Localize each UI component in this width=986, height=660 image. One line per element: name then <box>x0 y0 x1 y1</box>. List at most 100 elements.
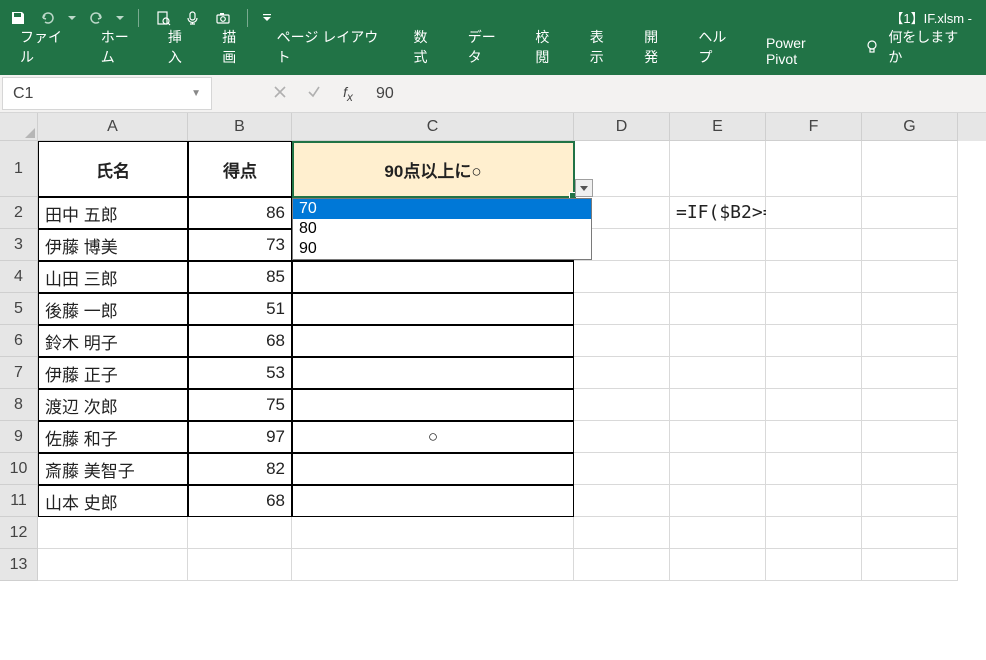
cell-f8[interactable] <box>766 389 862 421</box>
cell-f11[interactable] <box>766 485 862 517</box>
cell-g12[interactable] <box>862 517 958 549</box>
cell-g6[interactable] <box>862 325 958 357</box>
row-header-11[interactable]: 11 <box>0 485 38 517</box>
cell-e10[interactable] <box>670 453 766 485</box>
cell-a1[interactable]: 氏名 <box>38 141 188 197</box>
col-header-f[interactable]: F <box>766 113 862 141</box>
cell-d7[interactable] <box>574 357 670 389</box>
cell-e12[interactable] <box>670 517 766 549</box>
cell-f1[interactable] <box>766 141 862 197</box>
cell-c11[interactable] <box>292 485 574 517</box>
cancel-icon[interactable] <box>270 85 290 102</box>
cell-b4[interactable]: 85 <box>188 261 292 293</box>
cell-a10[interactable]: 斎藤 美智子 <box>38 453 188 485</box>
dropdown-item-2[interactable]: 90 <box>293 239 591 259</box>
row-header-9[interactable]: 9 <box>0 421 38 453</box>
cell-d4[interactable] <box>574 261 670 293</box>
row-header-6[interactable]: 6 <box>0 325 38 357</box>
row-header-2[interactable]: 2 <box>0 197 38 229</box>
col-header-g[interactable]: G <box>862 113 958 141</box>
cell-d12[interactable] <box>574 517 670 549</box>
col-header-b[interactable]: B <box>188 113 292 141</box>
cell-a13[interactable] <box>38 549 188 581</box>
tab-draw[interactable]: 描画 <box>210 19 260 75</box>
cell-b6[interactable]: 68 <box>188 325 292 357</box>
dropdown-item-1[interactable]: 80 <box>293 219 591 239</box>
cell-d8[interactable] <box>574 389 670 421</box>
cell-g11[interactable] <box>862 485 958 517</box>
name-box[interactable]: C1 ▼ <box>2 77 212 110</box>
name-box-dropdown-icon[interactable]: ▼ <box>191 88 201 99</box>
cell-e13[interactable] <box>670 549 766 581</box>
cell-b7[interactable]: 53 <box>188 357 292 389</box>
cell-c8[interactable] <box>292 389 574 421</box>
tab-insert[interactable]: 挿入 <box>156 19 206 75</box>
cell-g9[interactable] <box>862 421 958 453</box>
cell-d5[interactable] <box>574 293 670 325</box>
dropdown-item-0[interactable]: 70 <box>293 199 591 219</box>
col-header-e[interactable]: E <box>670 113 766 141</box>
cell-e11[interactable] <box>670 485 766 517</box>
tab-file[interactable]: ファイル <box>8 19 85 75</box>
cell-g10[interactable] <box>862 453 958 485</box>
data-validation-dropdown-button[interactable] <box>575 179 593 197</box>
tab-formulas[interactable]: 数式 <box>401 19 451 75</box>
tab-data[interactable]: データ <box>456 19 520 75</box>
data-validation-dropdown-list[interactable]: 70 80 90 <box>292 198 592 260</box>
cell-d13[interactable] <box>574 549 670 581</box>
row-header-10[interactable]: 10 <box>0 453 38 485</box>
tab-developer[interactable]: 開発 <box>632 19 682 75</box>
cell-e6[interactable] <box>670 325 766 357</box>
cell-f7[interactable] <box>766 357 862 389</box>
cell-g7[interactable] <box>862 357 958 389</box>
cell-d11[interactable] <box>574 485 670 517</box>
cell-f10[interactable] <box>766 453 862 485</box>
row-header-1[interactable]: 1 <box>0 141 38 197</box>
tab-view[interactable]: 表示 <box>578 19 628 75</box>
cell-b3[interactable]: 73 <box>188 229 292 261</box>
cell-b2[interactable]: 86 <box>188 197 292 229</box>
cell-e2[interactable]: =IF($B2>=C$1,"○","") <box>670 197 766 229</box>
row-header-7[interactable]: 7 <box>0 357 38 389</box>
cell-b13[interactable] <box>188 549 292 581</box>
cell-a9[interactable]: 佐藤 和子 <box>38 421 188 453</box>
cell-a7[interactable]: 伊藤 正子 <box>38 357 188 389</box>
cell-d10[interactable] <box>574 453 670 485</box>
cell-b1[interactable]: 得点 <box>188 141 292 197</box>
cell-f5[interactable] <box>766 293 862 325</box>
cell-c7[interactable] <box>292 357 574 389</box>
col-header-d[interactable]: D <box>574 113 670 141</box>
cell-a11[interactable]: 山本 史郎 <box>38 485 188 517</box>
cell-f13[interactable] <box>766 549 862 581</box>
cell-a4[interactable]: 山田 三郎 <box>38 261 188 293</box>
cell-c9[interactable]: ○ <box>292 421 574 453</box>
cell-g8[interactable] <box>862 389 958 421</box>
row-header-5[interactable]: 5 <box>0 293 38 325</box>
cell-a12[interactable] <box>38 517 188 549</box>
cell-f9[interactable] <box>766 421 862 453</box>
cell-a3[interactable]: 伊藤 博美 <box>38 229 188 261</box>
cell-c10[interactable] <box>292 453 574 485</box>
col-header-a[interactable]: A <box>38 113 188 141</box>
tab-help[interactable]: ヘルプ <box>686 19 750 75</box>
cell-a2[interactable]: 田中 五郎 <box>38 197 188 229</box>
cell-e4[interactable] <box>670 261 766 293</box>
col-header-c[interactable]: C <box>292 113 574 141</box>
cell-a8[interactable]: 渡辺 次郎 <box>38 389 188 421</box>
cell-c13[interactable] <box>292 549 574 581</box>
insert-function-icon[interactable]: fx <box>338 84 358 104</box>
cell-c1[interactable]: 90点以上に○ <box>292 141 574 197</box>
cell-e3[interactable] <box>670 229 766 261</box>
cell-f6[interactable] <box>766 325 862 357</box>
cell-f3[interactable] <box>766 229 862 261</box>
cell-b8[interactable]: 75 <box>188 389 292 421</box>
cell-g1[interactable] <box>862 141 958 197</box>
tab-home[interactable]: ホーム <box>89 19 152 75</box>
cell-b12[interactable] <box>188 517 292 549</box>
cell-g3[interactable] <box>862 229 958 261</box>
cell-c5[interactable] <box>292 293 574 325</box>
cell-e1[interactable] <box>670 141 766 197</box>
cell-c6[interactable] <box>292 325 574 357</box>
cell-e7[interactable] <box>670 357 766 389</box>
cell-d6[interactable] <box>574 325 670 357</box>
